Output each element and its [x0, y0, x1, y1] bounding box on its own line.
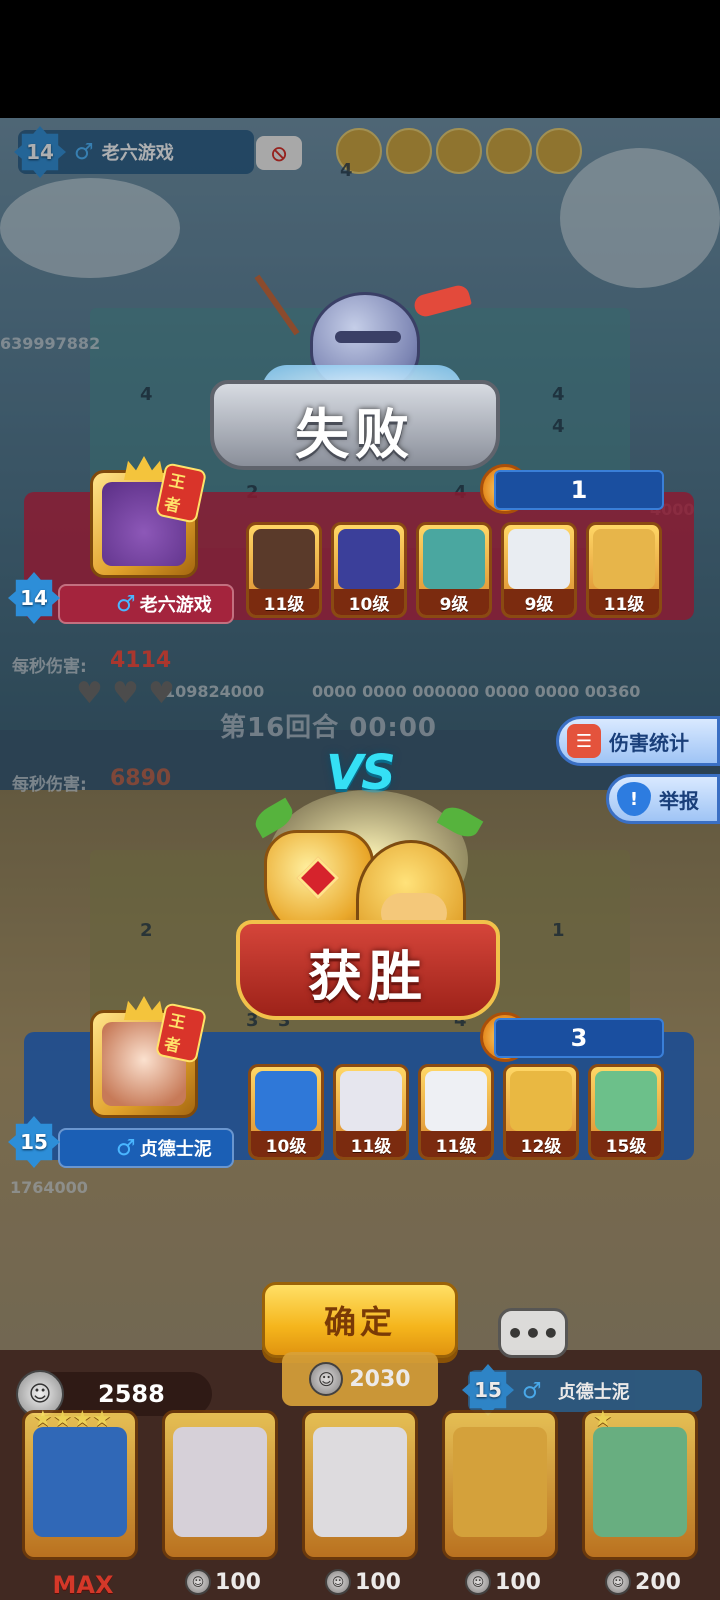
refresh-shop-button[interactable]: ☺ 2030 [282, 1352, 438, 1406]
status-bar [0, 0, 720, 118]
card-price: ☺ 100 [451, 1567, 555, 1597]
male-gender-icon: ♂ [116, 591, 136, 617]
shop-hero-cards: ★★★★ MAX ☺ 100 ☺ 100 ☺ 100 ★ ☺ 200 [22, 1407, 698, 1599]
male-gender-icon: ♂ [116, 1135, 136, 1161]
clown-hero-icon [173, 1427, 267, 1537]
hero-card[interactable]: 10级 [331, 522, 407, 618]
male-gender-icon: ♂ [522, 1378, 542, 1404]
shield-alert-icon: ! [617, 782, 651, 816]
winning-hero-lineup: 10级 11级 11级 12级 15级 [248, 1064, 664, 1160]
defeated-player-name: 老六游戏 [139, 595, 212, 616]
shop-card[interactable]: ☺ 100 [302, 1410, 418, 1595]
hero-level: 11级 [421, 1131, 491, 1157]
mustache-chef-hero-icon [510, 1071, 572, 1131]
hero-level: 12级 [506, 1131, 576, 1157]
damage-stats-label: 伤害统计 [609, 730, 689, 755]
max-tag: MAX [52, 1571, 114, 1599]
shop-card[interactable]: ★★★★ MAX [22, 1407, 138, 1599]
zombie-gunner-hero-icon [423, 529, 485, 589]
victory-banner: 获胜 [228, 790, 508, 1030]
ice-crystal-hero-icon [33, 1427, 127, 1537]
card-price: ☺ 100 [171, 1567, 275, 1597]
star-rating: ★★★★ [33, 1407, 112, 1432]
star-rating: ★ [593, 1407, 613, 1432]
defeated-player-avatar[interactable]: 王者 [86, 456, 208, 584]
coin-icon: ☺ [325, 1569, 352, 1595]
ghost-hero-icon [313, 1427, 407, 1537]
hero-level: 10级 [251, 1131, 321, 1157]
hero-level: 10级 [334, 589, 404, 615]
shop-card[interactable]: ☺ 100 [442, 1410, 558, 1595]
card-price-value: 100 [495, 1569, 541, 1595]
defeat-banner: 失败 [210, 270, 500, 485]
ghost-hero-icon [508, 529, 570, 589]
hero-level: 9级 [419, 589, 489, 615]
hero-level: 11级 [589, 589, 659, 615]
bottom-player-level-badge: 15 [462, 1364, 514, 1416]
hero-level: 9级 [504, 589, 574, 615]
hero-card[interactable]: 9级 [416, 522, 492, 618]
zombie-hero-icon [593, 1427, 687, 1537]
bottom-player-bar: 15 ♂ 贞德士泥 [462, 1364, 702, 1416]
chat-icon[interactable]: ••• [498, 1308, 568, 1358]
hero-level: 11级 [249, 589, 319, 615]
clown-hero-icon [340, 1071, 402, 1131]
hero-card[interactable]: 11级 [246, 522, 322, 618]
card-price-value: 200 [635, 1569, 681, 1595]
card-price: ☺ 100 [311, 1567, 415, 1597]
arrow-icon [254, 274, 300, 336]
hero-card[interactable]: 11级 [586, 522, 662, 618]
confirm-button[interactable]: 确定 [262, 1282, 458, 1358]
list-icon: ☰ [567, 724, 601, 758]
card-price: ☺ 200 [591, 1567, 695, 1597]
defeated-score: 1 [494, 470, 664, 510]
bottom-player-name: 贞德士泥 [557, 1382, 630, 1403]
winning-player-name-bar: ♂ 贞德士泥 [58, 1128, 234, 1168]
shop-card[interactable]: ★ ☺ 200 [582, 1407, 698, 1595]
plume-icon [412, 283, 472, 319]
zombie-hero-icon [595, 1071, 657, 1131]
crown-icon [124, 456, 164, 480]
hero-level: 15级 [591, 1131, 661, 1157]
mustache-chef-hero-icon [453, 1427, 547, 1537]
victory-title: 获胜 [308, 945, 428, 1008]
winning-player-level-badge: 15 [8, 1116, 60, 1168]
hero-card[interactable]: 11级 [418, 1064, 494, 1160]
coin-icon: ☺ [185, 1569, 212, 1595]
winning-player-avatar[interactable]: 王者 [86, 996, 208, 1124]
mustache-chef-hero-icon [593, 529, 655, 589]
defeated-player-name-bar: ♂ 老六游戏 [58, 584, 234, 624]
card-price-value: 100 [355, 1569, 401, 1595]
shop-card[interactable]: ☺ 100 [162, 1410, 278, 1595]
dark-knight-hero-icon [338, 529, 400, 589]
defeated-hero-lineup: 11级 10级 9级 9级 11级 [246, 522, 662, 618]
card-price-value: 100 [215, 1569, 261, 1595]
rock-golem-hero-icon [253, 529, 315, 589]
damage-stats-button[interactable]: ☰ 伤害统计 [556, 716, 720, 766]
coin-icon: ☺ [605, 1569, 632, 1595]
hero-card[interactable]: 10级 [248, 1064, 324, 1160]
defeat-title: 失败 [295, 403, 415, 466]
hero-level: 11级 [336, 1131, 406, 1157]
report-label: 举报 [659, 788, 699, 813]
coin-icon: ☺ [465, 1569, 492, 1595]
ice-crystal-hero-icon [255, 1071, 317, 1131]
crown-icon [124, 996, 164, 1020]
winning-player-name: 贞德士泥 [139, 1139, 212, 1160]
refresh-cost: 2030 [349, 1366, 411, 1392]
hero-card[interactable]: 15级 [588, 1064, 664, 1160]
hero-card[interactable]: 11级 [333, 1064, 409, 1160]
hero-card[interactable]: 9级 [501, 522, 577, 618]
coin-balance-value: 2588 [98, 1380, 165, 1408]
winning-score: 3 [494, 1018, 664, 1058]
hero-card[interactable]: 12级 [503, 1064, 579, 1160]
ghost-hero-icon [425, 1071, 487, 1131]
coin-icon: ☺ [309, 1362, 344, 1396]
report-button[interactable]: ! 举报 [606, 774, 720, 824]
